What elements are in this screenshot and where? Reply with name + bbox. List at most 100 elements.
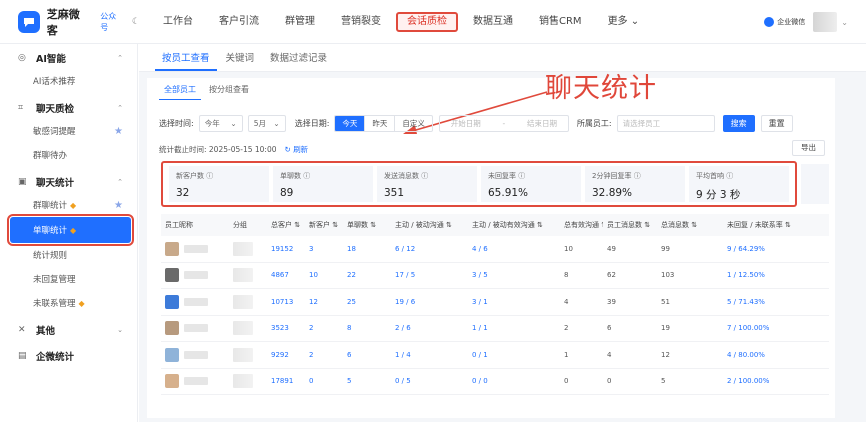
- date-yesterday-button[interactable]: 昨天: [365, 115, 396, 131]
- cell-new-customers[interactable]: 3: [305, 245, 343, 253]
- cell-new-customers[interactable]: 10: [305, 271, 343, 279]
- cell-effective-active-passive[interactable]: 3 / 1: [468, 298, 560, 306]
- cell-total-customers[interactable]: 17891: [267, 377, 305, 385]
- date-range-input[interactable]: 开始日期 - 结束日期: [438, 114, 569, 132]
- cell-new-customers[interactable]: 0: [305, 377, 343, 385]
- nav-sales-crm[interactable]: 销售CRM: [526, 0, 595, 44]
- reset-button[interactable]: 重置: [760, 114, 793, 132]
- col-header-single-chats[interactable]: 单聊数 ⇅: [343, 220, 391, 230]
- cell-unreplied-rate[interactable]: 4 / 80.00%: [723, 351, 829, 359]
- cell-effective-active-passive[interactable]: 1 / 1: [468, 324, 560, 332]
- cell-total-customers[interactable]: 19152: [267, 245, 305, 253]
- table-row[interactable]: 19152 3 18 6 / 12 4 / 6 10 49 99 9 / 64.29%: [161, 236, 829, 263]
- sidebar-item-ai-script[interactable]: AI话术推荐: [0, 69, 137, 93]
- sidebar-item-uncontacted[interactable]: 未联系管理 ◆: [0, 291, 137, 315]
- cell-unreplied-rate[interactable]: 9 / 64.29%: [723, 245, 829, 253]
- cell-active-passive[interactable]: 1 / 4: [391, 351, 468, 359]
- tab-keywords[interactable]: 关键词: [219, 50, 262, 71]
- cell-unreplied-rate[interactable]: 7 / 100.00%: [723, 324, 829, 332]
- table-row[interactable]: 9292 2 6 1 / 40 / 1 1 4 12 4 / 80.00%: [161, 342, 829, 369]
- col-header-new-customers[interactable]: 新客户 ⇅: [305, 220, 343, 230]
- cell-total-customers[interactable]: 9292: [267, 351, 305, 359]
- cell-single-chats[interactable]: 18: [343, 245, 391, 253]
- col-header-total-effective[interactable]: 总有效沟通 ⇅: [560, 220, 603, 230]
- help-icon[interactable]: ⓘ: [518, 172, 525, 180]
- col-header-employee-messages[interactable]: 员工消息数 ⇅: [603, 220, 657, 230]
- date-custom-button[interactable]: 自定义: [395, 116, 432, 131]
- cell-effective-active-passive[interactable]: 0 / 0: [468, 377, 560, 385]
- cell-active-passive[interactable]: 19 / 6: [391, 298, 468, 306]
- col-header-effective-active-passive[interactable]: 主动 / 被动有效沟通 ⇅: [468, 220, 560, 230]
- sidebar-group-chat-inspection[interactable]: ⌗ 聊天质检 ⌃: [0, 97, 137, 119]
- sidebar-item-single-chat-stats[interactable]: 单聊统计 ◆: [7, 214, 134, 246]
- sidebar-item-sensitive-words[interactable]: 敏感词提醒 ★: [0, 119, 137, 143]
- cell-effective-active-passive[interactable]: 3 / 5: [468, 271, 560, 279]
- month-select[interactable]: 5月 ⌄: [247, 114, 286, 132]
- col-header-active-passive[interactable]: 主动 / 被动沟通 ⇅: [391, 220, 468, 230]
- cell-total-customers[interactable]: 3523: [267, 324, 305, 332]
- moon-icon[interactable]: ☾: [132, 17, 140, 27]
- table-row[interactable]: 17891 0 5 0 / 50 / 00052 / 100.00%: [161, 369, 829, 395]
- cell-active-passive[interactable]: 2 / 6: [391, 324, 468, 332]
- help-icon[interactable]: ⓘ: [421, 172, 428, 180]
- cell-effective-active-passive[interactable]: 4 / 6: [468, 245, 560, 253]
- cell-single-chats[interactable]: 6: [343, 351, 391, 359]
- cell-unreplied-rate[interactable]: 5 / 71.43%: [723, 298, 829, 306]
- user-area[interactable]: 企业微信 ⌄: [764, 12, 848, 32]
- cell-single-chats[interactable]: 25: [343, 298, 391, 306]
- cell-new-customers[interactable]: 2: [305, 351, 343, 359]
- sidebar-item-unreplied[interactable]: 未回复管理: [0, 267, 137, 291]
- table-row[interactable]: 10713 12 25 19 / 63 / 1 4 39 51 5 / 71.43%: [161, 289, 829, 316]
- nav-more[interactable]: 更多 ⌄: [595, 0, 653, 44]
- cell-active-passive[interactable]: 6 / 12: [391, 245, 468, 253]
- col-header-total-messages[interactable]: 总消息数 ⇅: [657, 220, 723, 230]
- sidebar-group-other[interactable]: ✕ 其他 ⌄: [0, 319, 137, 341]
- sidebar-group-chat-stats[interactable]: ▣ 聊天统计 ⌃: [0, 171, 137, 193]
- sidebar-group-ai[interactable]: ◎ AI智能 ⌃: [0, 47, 137, 69]
- date-today-button[interactable]: 今天: [335, 115, 366, 131]
- cell-new-customers[interactable]: 2: [305, 324, 343, 332]
- year-select[interactable]: 今年 ⌄: [198, 114, 243, 132]
- cell-unreplied-rate[interactable]: 2 / 100.00%: [723, 377, 829, 385]
- nav-session-inspection[interactable]: 会话质检: [394, 0, 460, 44]
- nav-group-management[interactable]: 群管理: [272, 0, 328, 44]
- search-button[interactable]: 搜索: [722, 114, 755, 132]
- help-icon[interactable]: ⓘ: [206, 172, 213, 180]
- subtab-all-employees[interactable]: 全部员工: [159, 84, 201, 100]
- cell-new-customers[interactable]: 12: [305, 298, 343, 306]
- cell-unreplied-rate[interactable]: 1 / 12.50%: [723, 271, 829, 279]
- sidebar-item-stats-rules[interactable]: 统计规则: [0, 243, 137, 267]
- cell-effective-active-passive[interactable]: 0 / 1: [468, 351, 560, 359]
- cell-active-passive[interactable]: 0 / 5: [391, 377, 468, 385]
- cell-total-customers[interactable]: 4867: [267, 271, 305, 279]
- col-header-total-customers[interactable]: 总客户 ⇅: [267, 220, 305, 230]
- sidebar-group-enterprise-stats[interactable]: ▤ 企微统计: [0, 345, 137, 367]
- cell-single-chats[interactable]: 5: [343, 377, 391, 385]
- sidebar-item-group-todo[interactable]: 群聊待办: [0, 143, 137, 167]
- table-row[interactable]: 3523 2 8 2 / 61 / 1 2 6 19 7 / 100.00%: [161, 316, 829, 342]
- cell-total-customers[interactable]: 10713: [267, 298, 305, 306]
- col-header-unreplied-rate[interactable]: 未回复 / 未联系率 ⇅: [723, 220, 829, 230]
- nav-marketing[interactable]: 营销裂变: [328, 0, 394, 44]
- help-icon[interactable]: ⓘ: [303, 172, 310, 180]
- nav-workbench[interactable]: 工作台: [150, 0, 206, 44]
- sidebar-item-group-stats[interactable]: 群聊统计 ◆ ★: [0, 193, 137, 217]
- cell-active-passive[interactable]: 17 / 5: [391, 271, 468, 279]
- logo[interactable]: 芝麻微客 公众号 ☾: [0, 6, 140, 38]
- tab-filter-records[interactable]: 数据过滤记录: [263, 50, 334, 71]
- employee-select[interactable]: 请选择员工: [616, 114, 715, 132]
- account-type[interactable]: 公众号: [100, 11, 124, 33]
- refresh-button[interactable]: ↻ 刷新: [285, 144, 309, 155]
- help-icon[interactable]: ⓘ: [634, 172, 641, 180]
- table-row[interactable]: 4867 10 22 17 / 53 / 5 8 62 103 1 / 12.50%: [161, 263, 829, 289]
- nav-data-sync[interactable]: 数据互通: [460, 0, 526, 44]
- cell-single-chats[interactable]: 8: [343, 324, 391, 332]
- help-icon[interactable]: ⓘ: [726, 172, 733, 180]
- tab-by-employee[interactable]: 按员工查看: [155, 50, 217, 71]
- subtab-by-group[interactable]: 按分组查看: [204, 84, 254, 100]
- nav-customer-acquisition[interactable]: 客户引流: [206, 0, 272, 44]
- export-button[interactable]: 导出: [792, 140, 825, 156]
- cell-single-chats[interactable]: 22: [343, 271, 391, 279]
- star-icon[interactable]: ★: [114, 200, 123, 211]
- chevron-down-icon[interactable]: ⌄: [841, 18, 848, 27]
